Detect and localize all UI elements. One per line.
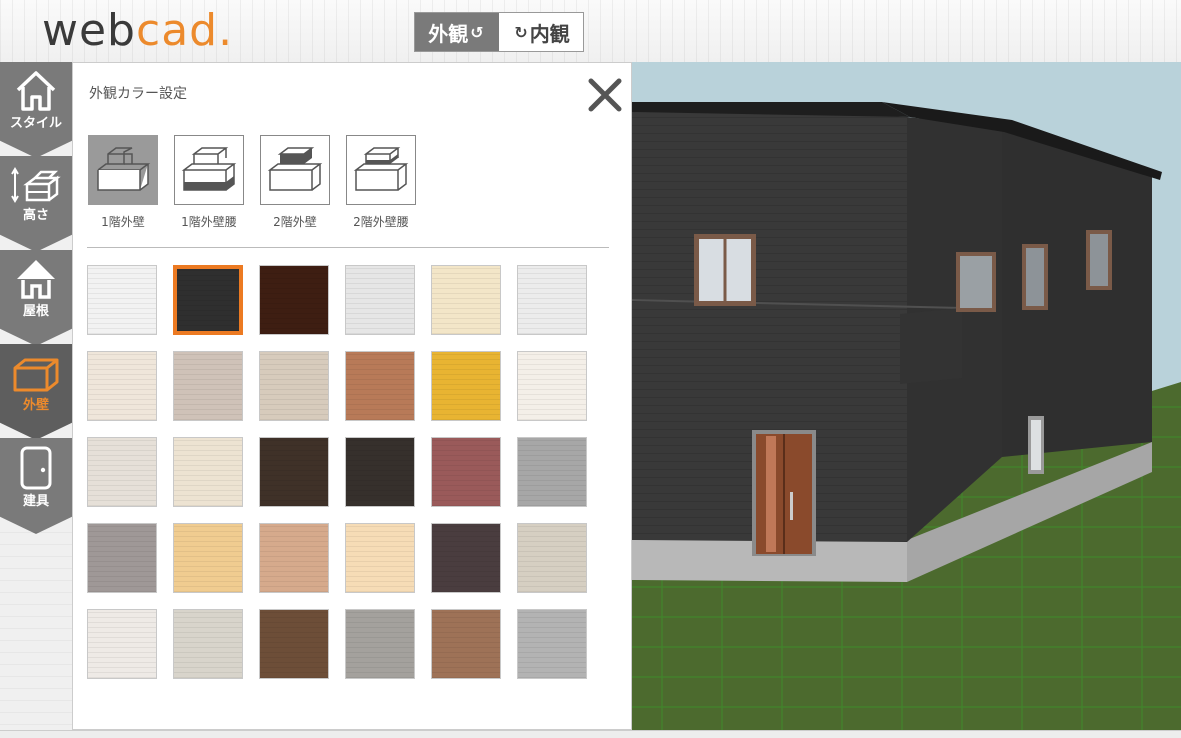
balcony <box>900 308 962 384</box>
color-swatch[interactable] <box>517 523 587 593</box>
color-swatch[interactable] <box>259 265 329 335</box>
color-swatch[interactable] <box>431 351 501 421</box>
app-logo: webcad. <box>42 5 234 56</box>
sidebar-item-wall[interactable]: 外壁 <box>0 344 72 440</box>
color-swatch[interactable] <box>173 609 243 679</box>
color-swatch[interactable] <box>87 523 157 593</box>
color-swatch[interactable] <box>345 609 415 679</box>
color-swatch[interactable] <box>173 437 243 507</box>
color-swatch[interactable] <box>259 523 329 593</box>
color-swatch[interactable] <box>345 265 415 335</box>
tab-2f-wall[interactable]: 2階外壁 <box>259 135 331 230</box>
1f-wainscot-icon <box>181 147 237 191</box>
sidebar-item-roof[interactable]: 屋根 <box>0 250 72 346</box>
color-swatch[interactable] <box>259 351 329 421</box>
rotate-right-icon: ↻ <box>514 22 528 42</box>
color-swatch[interactable] <box>345 523 415 593</box>
interior-view-button[interactable]: ↻ 内観 <box>499 13 583 51</box>
color-swatch[interactable] <box>517 609 587 679</box>
divider <box>87 247 609 248</box>
color-swatch[interactable] <box>87 351 157 421</box>
tab-2f-wainscot[interactable]: 2階外壁腰 <box>345 135 417 230</box>
color-swatch[interactable] <box>259 609 329 679</box>
color-swatch[interactable] <box>431 609 501 679</box>
door-icon <box>20 446 52 490</box>
window-1f-side <box>1028 416 1044 474</box>
house-outline-icon <box>16 71 56 111</box>
sidebar-background <box>0 524 72 737</box>
tab-1f-wall[interactable]: 1階外壁 <box>87 135 159 230</box>
color-swatch[interactable] <box>517 437 587 507</box>
1f-wall-icon <box>97 147 151 191</box>
3d-viewport[interactable] <box>632 62 1181 730</box>
window-2f-side-1 <box>1022 244 1048 310</box>
window-2f-side-2 <box>1086 230 1112 290</box>
height-blocks-icon <box>11 167 61 203</box>
rotate-left-icon: ↺ <box>470 22 484 42</box>
house-3d-render[interactable] <box>632 62 1181 730</box>
color-swatch[interactable] <box>173 523 243 593</box>
color-swatch[interactable] <box>431 523 501 593</box>
window-2f-front <box>694 234 756 306</box>
window-2f-projection <box>956 252 996 312</box>
color-swatch[interactable] <box>431 437 501 507</box>
entrance-door <box>752 430 816 556</box>
2f-wall-icon <box>267 147 323 191</box>
color-swatch[interactable] <box>173 351 243 421</box>
panel-title: 外観カラー設定 <box>89 86 187 102</box>
color-swatch[interactable] <box>87 437 157 507</box>
sidebar: スタイル 高さ 屋根 外壁 建具 <box>0 62 72 737</box>
sidebar-item-height[interactable]: 高さ <box>0 156 72 252</box>
exterior-color-panel: 外観カラー設定 1階外壁 1階外壁腰 2階外壁 2階外壁腰 <box>72 62 632 730</box>
swatch-grid <box>87 265 597 685</box>
sidebar-item-fittings[interactable]: 建具 <box>0 438 72 534</box>
color-swatch[interactable] <box>431 265 501 335</box>
color-swatch[interactable] <box>345 437 415 507</box>
color-swatch[interactable] <box>87 609 157 679</box>
view-toggle[interactable]: 外観 ↺ ↻ 内観 <box>414 12 584 52</box>
roof-house-icon <box>17 260 55 299</box>
color-swatch[interactable] <box>259 437 329 507</box>
close-button[interactable] <box>585 75 625 115</box>
color-swatch[interactable] <box>87 265 157 335</box>
color-swatch[interactable] <box>345 351 415 421</box>
wall-box-icon <box>13 358 59 392</box>
color-swatch[interactable] <box>517 351 587 421</box>
2f-wainscot-icon <box>353 147 409 191</box>
color-swatch[interactable] <box>517 265 587 335</box>
close-icon <box>588 78 622 112</box>
tab-1f-wainscot[interactable]: 1階外壁腰 <box>173 135 245 230</box>
exterior-view-button[interactable]: 外観 ↺ <box>415 13 499 51</box>
sidebar-item-style[interactable]: スタイル <box>0 62 72 158</box>
top-bar: webcad. 外観 ↺ ↻ 内観 <box>0 0 1181 63</box>
color-swatch[interactable] <box>173 265 243 335</box>
